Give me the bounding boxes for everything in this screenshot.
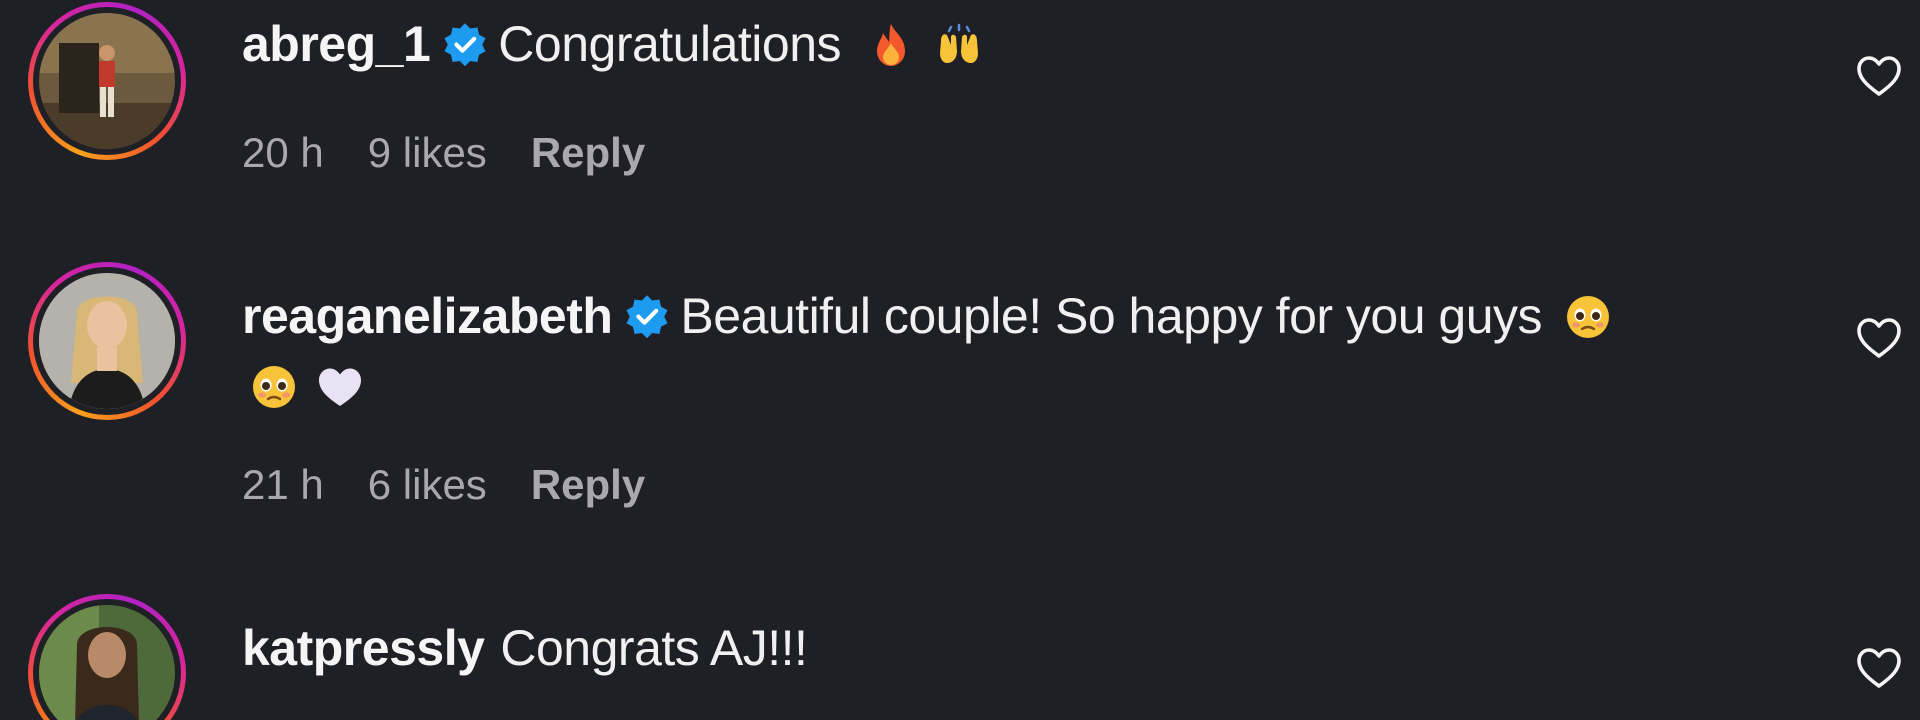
comment-username[interactable]: abreg_1: [242, 16, 431, 72]
comment-username[interactable]: katpressly: [242, 620, 485, 676]
like-heart-icon[interactable]: [1855, 54, 1903, 98]
verified-badge-icon: [444, 23, 486, 67]
reply-button[interactable]: Reply: [531, 461, 645, 508]
comment-time: 20 h: [242, 129, 324, 176]
comment-time: 21 h: [242, 461, 324, 508]
avatar: [39, 13, 175, 149]
fire-emoji: [877, 24, 906, 66]
like-heart-icon[interactable]: [1855, 646, 1903, 690]
comment-text: Congrats AJ!!!: [500, 620, 808, 676]
avatar: [39, 605, 175, 720]
comment-text: Congratulations: [498, 16, 842, 72]
comment-list: abreg_1 Congratulations 20 h 9 likes Reply: [0, 0, 1920, 720]
comment-text: Beautiful couple! So happy for you guys: [680, 288, 1543, 344]
avatar-story-ring[interactable]: [28, 2, 186, 160]
verified-badge-icon: [626, 295, 668, 339]
like-heart-icon[interactable]: [1855, 316, 1903, 360]
pleading-face-emoji: [1567, 296, 1610, 338]
comment-likes[interactable]: 6 likes: [368, 461, 487, 508]
pleading-face-emoji: [253, 366, 295, 408]
comment-meta: 20 h 9 likes Reply: [242, 128, 689, 178]
comment-username[interactable]: reaganelizabeth: [242, 288, 613, 344]
avatar-story-ring[interactable]: [28, 262, 186, 420]
reply-button[interactable]: Reply: [531, 129, 645, 176]
avatar-story-ring[interactable]: [28, 594, 186, 720]
white-heart-emoji: [319, 368, 361, 406]
avatar: [39, 273, 175, 409]
raising-hands-emoji: [940, 23, 979, 63]
comment-meta: 21 h 6 likes Reply: [242, 460, 689, 510]
comment-likes[interactable]: 9 likes: [368, 129, 487, 176]
